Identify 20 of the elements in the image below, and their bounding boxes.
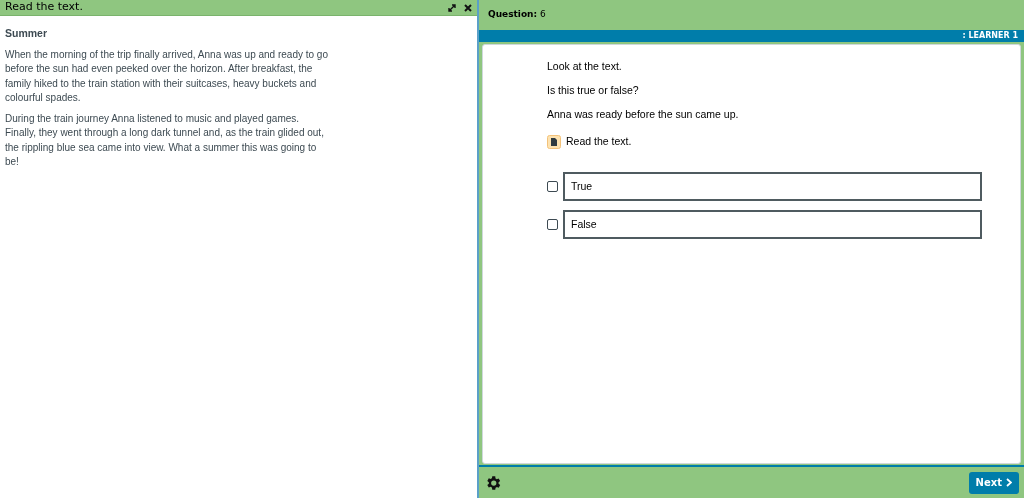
question-text: Look at the text. xyxy=(547,59,623,74)
next-button[interactable]: Next xyxy=(968,471,1019,494)
passage-paragraph: When the morning of the trip finally arrived, Anna was up and ready to go before the sun had even peeked over the horizon. After breakfast, the family hiked to the train station with their suitcases, heavy buckets and colourful spades. xyxy=(5,47,329,106)
question-label: Question: xyxy=(488,8,538,22)
checkbox[interactable] xyxy=(547,219,558,230)
question-number: 6 xyxy=(540,8,546,22)
question-text: Is this true or false? xyxy=(547,82,640,98)
minimize-icon[interactable] xyxy=(448,3,456,12)
answer-option[interactable]: False xyxy=(563,210,982,239)
close-icon[interactable] xyxy=(464,3,472,12)
panel-title: Read the text. xyxy=(5,0,83,16)
answer-option[interactable]: True xyxy=(563,172,982,201)
passage-paragraph: During the train journey Anna listened to music and played games. Finally, they went through a long dark tunnel and, as the train glided out, the rippling blue sea came into view. What a summer this was going to be! xyxy=(5,111,325,170)
passage-heading: Summer xyxy=(5,26,48,41)
question-text: Anna was ready before the sun came up. xyxy=(547,106,740,122)
document-icon[interactable] xyxy=(547,135,561,150)
learner-label: : LEARNER 1 xyxy=(962,30,1018,42)
resource-link[interactable]: Read the text. xyxy=(566,134,632,150)
chevron-icon xyxy=(1006,478,1012,487)
checkbox[interactable] xyxy=(547,181,558,192)
